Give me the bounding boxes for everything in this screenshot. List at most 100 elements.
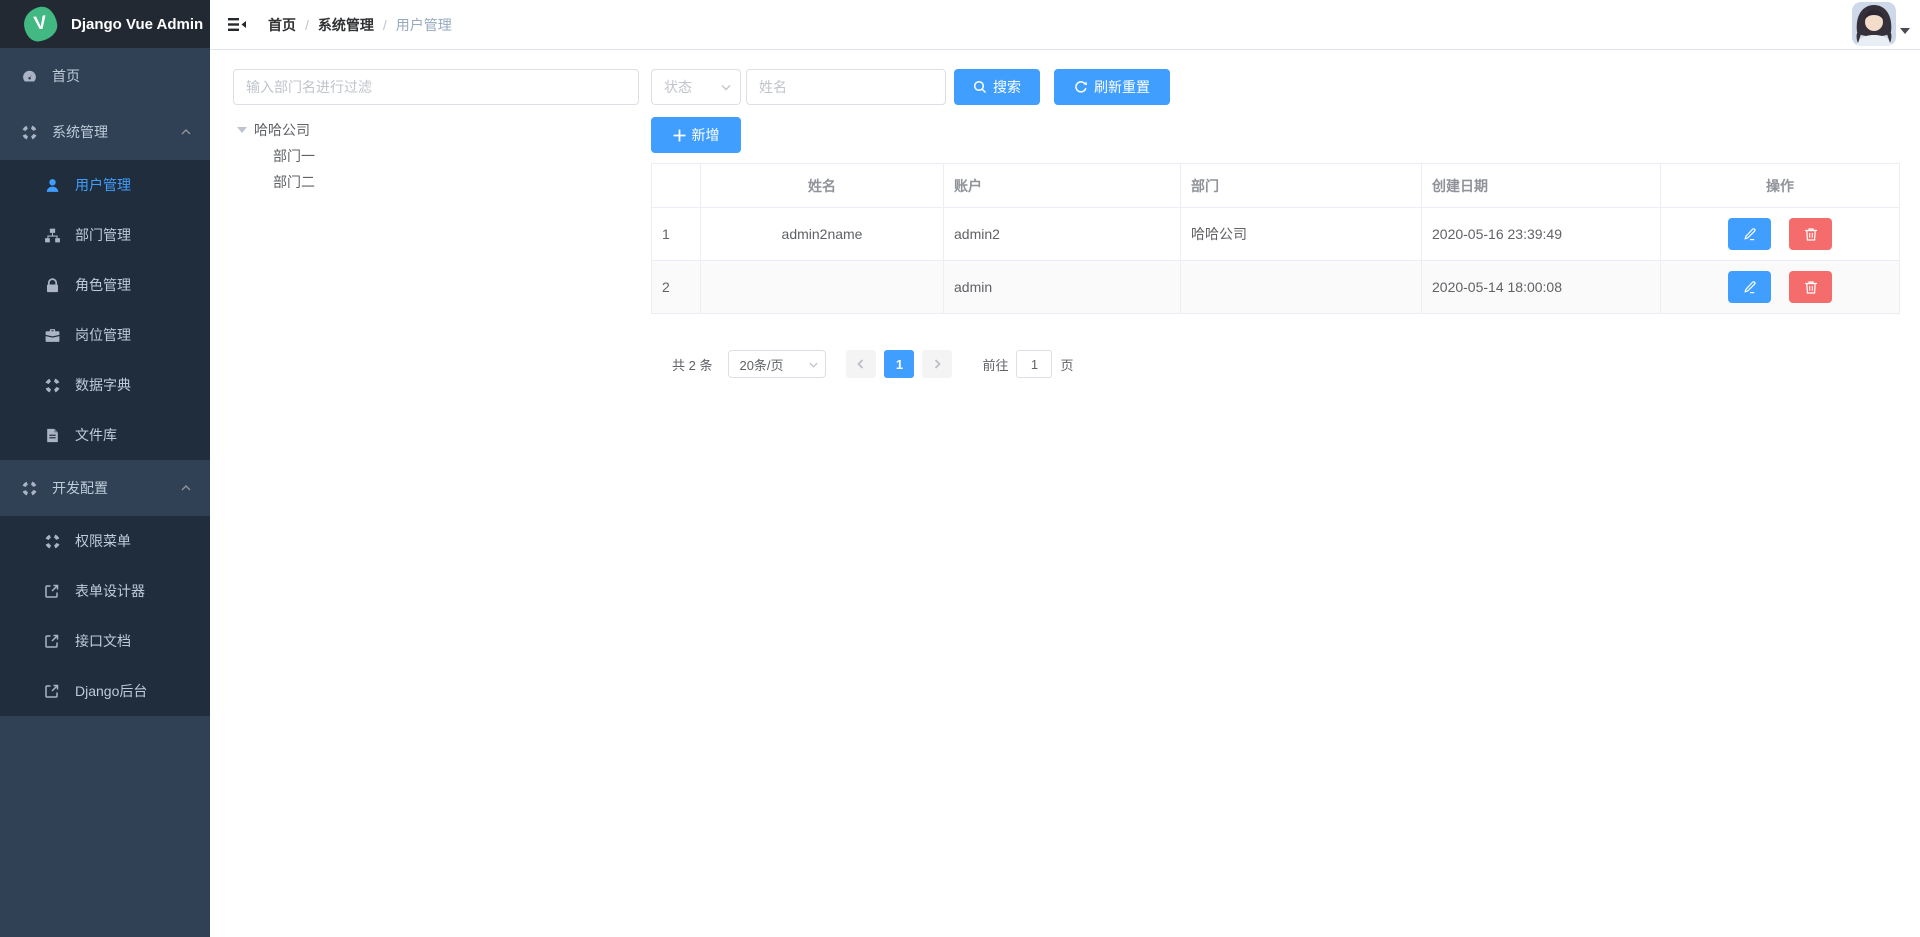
cell-index: 2 <box>652 261 701 314</box>
cell-name: admin2name <box>701 208 944 261</box>
status-select[interactable]: 状态 <box>651 69 741 105</box>
cell-created: 2020-05-14 18:00:08 <box>1422 261 1661 314</box>
edit-pencil-icon <box>1742 227 1757 242</box>
breadcrumb-separator: / <box>383 17 387 33</box>
sidebar-section-system[interactable]: 系统管理 <box>0 104 210 160</box>
tree-node-child[interactable]: 部门一 <box>233 143 639 169</box>
users-table: 姓名 账户 部门 创建日期 操作 1 admin2name admin2 哈哈公… <box>651 163 1900 314</box>
tree-node-label: 部门二 <box>273 172 315 192</box>
tree-expand-icon[interactable] <box>237 127 247 133</box>
sidebar-item-home[interactable]: 首页 <box>0 48 210 104</box>
sidebar-item-label: 表单设计器 <box>75 581 145 601</box>
sidebar-item-label: 角色管理 <box>75 275 131 295</box>
goto-suffix: 页 <box>1060 355 1073 374</box>
page-size-select[interactable]: 20条/页 <box>728 350 826 378</box>
plus-icon <box>673 129 686 142</box>
refresh-reset-button[interactable]: 刷新重置 <box>1054 69 1170 105</box>
sidebar-item-label: Django后台 <box>75 681 147 701</box>
header-created: 创建日期 <box>1422 164 1661 208</box>
user-panel: 状态 搜索 刷新重置 新增 <box>651 69 1900 378</box>
next-page-button[interactable] <box>922 350 952 378</box>
chevron-down-icon <box>720 81 732 93</box>
sidebar-toggle-button[interactable] <box>210 0 254 49</box>
caret-down-icon[interactable] <box>1900 28 1910 34</box>
cell-dept <box>1181 261 1422 314</box>
sidebar-item-label: 用户管理 <box>75 175 131 195</box>
org-tree-icon <box>43 226 61 244</box>
external-link-icon <box>43 682 61 700</box>
sidebar-item-form-designer[interactable]: 表单设计器 <box>0 566 210 616</box>
delete-button[interactable] <box>1789 271 1832 303</box>
sidebar-item-django-admin[interactable]: Django后台 <box>0 666 210 716</box>
top-navbar: 首页 / 系统管理 / 用户管理 <box>210 0 1920 50</box>
app-logo-icon: V <box>22 5 59 43</box>
sidebar-item-label: 首页 <box>52 66 80 86</box>
page-number-button[interactable]: 1 <box>884 350 914 378</box>
department-filter-input[interactable] <box>233 69 639 105</box>
sidebar-item-dict[interactable]: 数据字典 <box>0 360 210 410</box>
sidebar-item-posts[interactable]: 岗位管理 <box>0 310 210 360</box>
sidebar-item-label: 接口文档 <box>75 631 131 651</box>
add-button-label: 新增 <box>692 125 720 145</box>
add-button[interactable]: 新增 <box>651 117 741 153</box>
tree-node-label: 哈哈公司 <box>254 120 310 140</box>
cell-account: admin2 <box>944 208 1181 261</box>
breadcrumb-system[interactable]: 系统管理 <box>318 15 374 35</box>
sidebar-section-dev[interactable]: 开发配置 <box>0 460 210 516</box>
breadcrumb-separator: / <box>305 17 309 33</box>
sidebar-item-label: 权限菜单 <box>75 531 131 551</box>
app-title: Django Vue Admin <box>71 16 203 33</box>
sidebar-item-label: 开发配置 <box>52 478 108 498</box>
sidebar-item-files[interactable]: 文件库 <box>0 410 210 460</box>
edit-button[interactable] <box>1728 218 1771 250</box>
tree-node-root[interactable]: 哈哈公司 <box>233 117 639 143</box>
search-button-label: 搜索 <box>993 77 1021 97</box>
status-select-placeholder: 状态 <box>664 77 692 97</box>
search-icon <box>973 80 987 94</box>
search-button[interactable]: 搜索 <box>954 69 1040 105</box>
document-icon <box>43 426 61 444</box>
goto-page-input[interactable] <box>1016 350 1052 378</box>
avatar[interactable] <box>1852 2 1896 46</box>
sidebar-item-perm-menu[interactable]: 权限菜单 <box>0 516 210 566</box>
table-header-row: 姓名 账户 部门 创建日期 操作 <box>652 164 1900 208</box>
header-ops: 操作 <box>1661 164 1900 208</box>
sidebar-item-label: 文件库 <box>75 425 117 445</box>
tree-node-child[interactable]: 部门二 <box>233 169 639 195</box>
name-search-input[interactable] <box>746 69 946 105</box>
refresh-icon <box>1074 80 1088 94</box>
pagination: 共 2 条 20条/页 1 前往 页 <box>651 350 1900 378</box>
sidebar-item-api-docs[interactable]: 接口文档 <box>0 616 210 666</box>
header-dept: 部门 <box>1181 164 1422 208</box>
sidebar-item-users[interactable]: 用户管理 <box>0 160 210 210</box>
component-icon <box>43 376 61 394</box>
trash-icon <box>1804 280 1818 295</box>
component-icon <box>20 479 38 497</box>
logo-bar: V Django Vue Admin <box>0 0 210 48</box>
breadcrumb: 首页 / 系统管理 / 用户管理 <box>268 15 452 35</box>
hamburger-fold-icon <box>228 16 246 33</box>
pagination-total: 共 2 条 <box>672 355 712 374</box>
cell-created: 2020-05-16 23:39:49 <box>1422 208 1661 261</box>
reset-button-label: 刷新重置 <box>1094 77 1150 97</box>
prev-page-button[interactable] <box>846 350 876 378</box>
component-icon <box>43 532 61 550</box>
sidebar: V Django Vue Admin 首页 系统管理 用户管理 部门管理 <box>0 0 210 937</box>
external-link-icon <box>43 582 61 600</box>
cell-index: 1 <box>652 208 701 261</box>
chevron-left-icon <box>855 358 867 370</box>
chevron-up-icon <box>180 126 192 138</box>
tree-node-label: 部门一 <box>273 146 315 166</box>
sidebar-item-departments[interactable]: 部门管理 <box>0 210 210 260</box>
sidebar-item-label: 部门管理 <box>75 225 131 245</box>
chevron-up-icon <box>180 482 192 494</box>
page-size-value: 20条/页 <box>739 355 783 374</box>
breadcrumb-home[interactable]: 首页 <box>268 15 296 35</box>
chevron-right-icon <box>931 358 943 370</box>
delete-button[interactable] <box>1789 218 1832 250</box>
header-name: 姓名 <box>701 164 944 208</box>
edit-button[interactable] <box>1728 271 1771 303</box>
sidebar-item-roles[interactable]: 角色管理 <box>0 260 210 310</box>
cell-dept: 哈哈公司 <box>1181 208 1422 261</box>
department-tree: 哈哈公司 部门一 部门二 <box>233 117 639 195</box>
